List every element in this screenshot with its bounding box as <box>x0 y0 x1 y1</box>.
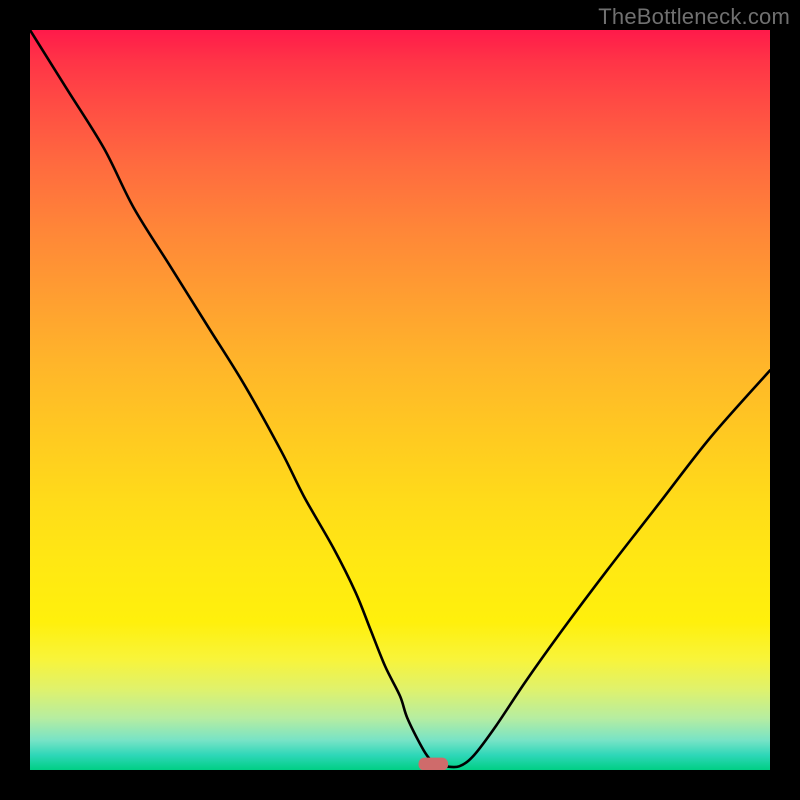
optimum-marker <box>419 758 449 770</box>
curve-layer <box>30 30 770 770</box>
bottleneck-curve <box>30 30 770 767</box>
watermark-text: TheBottleneck.com <box>598 4 790 30</box>
chart-frame: TheBottleneck.com <box>0 0 800 800</box>
plot-area <box>30 30 770 770</box>
